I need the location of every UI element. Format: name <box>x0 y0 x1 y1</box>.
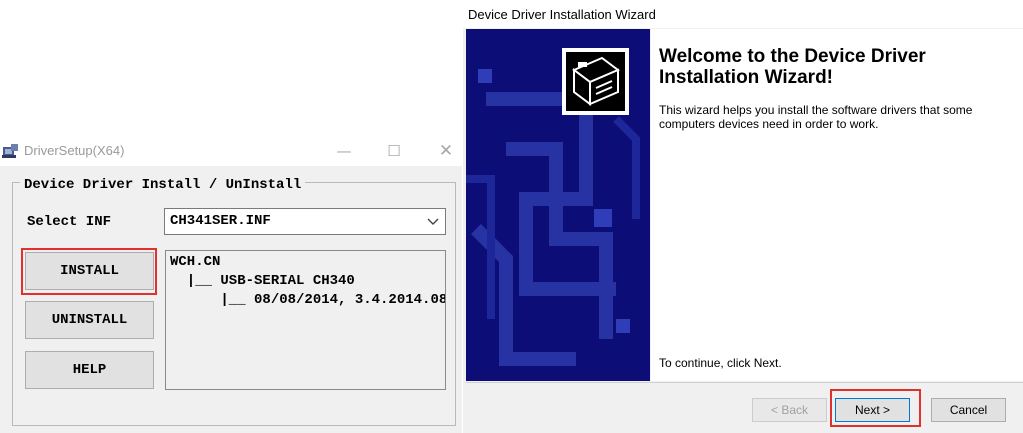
wizard-separator <box>466 382 1023 383</box>
back-button[interactable]: < Back <box>752 398 827 422</box>
cancel-button[interactable]: Cancel <box>931 398 1006 422</box>
next-highlight-box <box>830 389 921 427</box>
wizard-window: Welcome to the Device Driver Installatio… <box>463 28 1023 433</box>
driver-info-box: WCH.CN |__ USB-SERIAL CH340 |__ 08/08/20… <box>165 250 446 390</box>
window-title: DriverSetup(X64) <box>24 143 125 158</box>
chevron-down-icon[interactable] <box>425 213 441 229</box>
info-vendor: WCH.CN <box>170 254 221 270</box>
driver-setup-icon <box>2 144 18 158</box>
group-label: Device Driver Install / UnInstall <box>20 177 306 193</box>
inf-select-value: CH341SER.INF <box>170 213 271 229</box>
install-highlight-box <box>21 248 157 295</box>
wizard-heading: Welcome to the Device Driver Installatio… <box>659 46 926 88</box>
minimize-button[interactable]: — <box>332 140 356 162</box>
select-inf-label: Select INF <box>27 214 112 230</box>
driver-setup-titlebar[interactable]: DriverSetup(X64) — ☐ ✕ <box>0 136 462 166</box>
inf-select[interactable]: CH341SER.INF <box>164 208 446 235</box>
info-device: |__ USB-SERIAL CH340 <box>170 273 355 289</box>
wizard-window-title: Device Driver Installation Wizard <box>468 7 656 22</box>
help-button[interactable]: HELP <box>25 351 154 389</box>
close-button[interactable]: ✕ <box>434 140 458 162</box>
uninstall-button[interactable]: UNINSTALL <box>25 301 154 339</box>
info-version: |__ 08/08/2014, 3.4.2014.08 <box>170 292 446 308</box>
wizard-banner <box>466 29 650 381</box>
maximize-button[interactable]: ☐ <box>382 140 406 162</box>
hardware-box-icon <box>562 48 629 115</box>
wizard-description: This wizard helps you install the softwa… <box>659 103 973 131</box>
wizard-continue-text: To continue, click Next. <box>659 356 782 370</box>
